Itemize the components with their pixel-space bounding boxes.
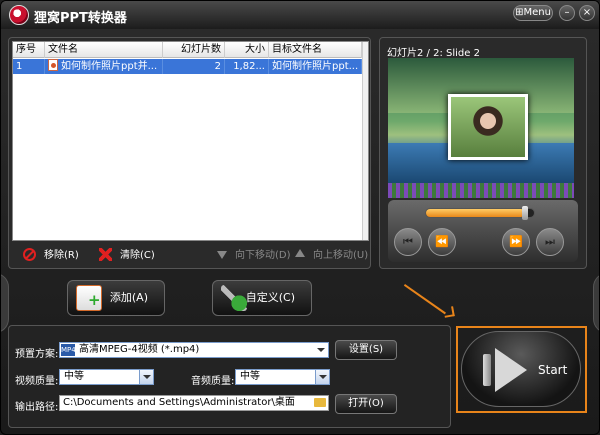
player-controls: ⏮ ⏪ ⏩ ⏭ (388, 200, 578, 262)
title-bar: 狸窝PPT转换器 ⊞Menu – × (1, 1, 599, 29)
column-header-index[interactable]: 序号 (13, 42, 45, 58)
remove-button[interactable]: 移除(R) (23, 248, 79, 264)
clear-x-icon (99, 248, 112, 261)
tools-icon (221, 285, 247, 311)
progress-fill (426, 209, 526, 217)
move-up-label: 向上移动(U) (313, 250, 369, 261)
slide-flowers (388, 183, 574, 198)
file-list-header: 序号 文件名 幻灯片数 大小 目标文件名 (13, 42, 368, 58)
audio-quality-select[interactable]: 中等 (235, 369, 330, 385)
previous-slide-button[interactable]: ⏪ (428, 228, 456, 256)
next-slide-button[interactable]: ⏩ (502, 228, 530, 256)
video-quality-value: 中等 (64, 371, 84, 382)
row-slides: 2 (163, 59, 225, 74)
clear-label: 清除(C) (120, 250, 155, 261)
chevron-down-icon (139, 370, 153, 384)
arrow-up-icon (295, 249, 305, 257)
left-edge-decoration (1, 273, 9, 333)
audio-quality-value: 中等 (240, 371, 260, 382)
clear-button[interactable]: 清除(C) (99, 248, 155, 264)
output-settings-panel: 预置方案: MP4 高清MPEG-4视频 (*.mp4) 设置(S) 视频质量: … (8, 325, 451, 428)
progress-handle[interactable] (522, 206, 529, 220)
move-down-button[interactable]: 向下移动(D) (217, 248, 291, 264)
column-header-size[interactable]: 大小 (225, 42, 269, 58)
annotation-arrow-head (443, 306, 455, 318)
settings-button[interactable]: 设置(S) (335, 340, 397, 360)
app-logo-icon (9, 5, 29, 25)
preset-label: 预置方案: (15, 349, 59, 360)
file-list-panel: 序号 文件名 幻灯片数 大小 目标文件名 1 如何制作照片ppt并... 2 1… (8, 37, 371, 269)
customize-button[interactable]: 自定义(C) (212, 280, 312, 316)
menu-button[interactable]: ⊞Menu (513, 5, 553, 21)
preview-panel: 幻灯片2 / 2: Slide 2 ⏮ ⏪ ⏩ ⏭ (379, 37, 587, 269)
slide-preview-image (388, 58, 574, 198)
close-button[interactable]: × (579, 5, 595, 21)
chevron-down-icon (315, 370, 329, 384)
move-down-label: 向下移动(D) (235, 250, 291, 261)
app-title: 狸窝PPT转换器 (34, 11, 127, 26)
row-filename-cell: 如何制作照片ppt并... (45, 59, 163, 74)
preset-value: 高清MPEG-4视频 (*.mp4) (79, 344, 200, 355)
column-header-filename[interactable]: 文件名 (45, 42, 163, 58)
audio-quality-label: 音频质量: (191, 376, 235, 387)
column-header-slides[interactable]: 幻灯片数 (163, 42, 225, 58)
main-window: 狸窝PPT转换器 ⊞Menu – × 序号 文件名 幻灯片数 大小 目标文件名 … (0, 0, 600, 435)
slide-counter: 幻灯片2 / 2: Slide 2 (387, 48, 480, 59)
minimize-button[interactable]: – (559, 5, 575, 21)
video-quality-label: 视频质量: (15, 376, 59, 387)
start-bar-icon (483, 354, 491, 386)
no-entry-icon (23, 248, 36, 261)
open-folder-button[interactable]: 打开(O) (335, 394, 397, 414)
add-button[interactable]: 添加(A) (67, 280, 165, 316)
play-arrow-icon (495, 348, 527, 392)
video-format-icon: MP4 (61, 344, 76, 356)
row-index: 1 (13, 59, 45, 74)
list-actions-bar: 移除(R) 清除(C) 向下移动(D) 向上移动(U) (9, 244, 372, 268)
preview-progress-bar[interactable] (425, 206, 535, 220)
output-path-field[interactable]: C:\Documents and Settings\Administrator\… (59, 395, 329, 411)
remove-label: 移除(R) (44, 250, 79, 261)
chevron-down-icon (314, 343, 328, 357)
move-up-button[interactable]: 向上移动(U) (295, 248, 368, 264)
ppt-file-icon (48, 59, 58, 71)
video-quality-select[interactable]: 中等 (59, 369, 154, 385)
last-slide-button[interactable]: ⏭ (536, 228, 564, 256)
start-button[interactable]: Start (461, 331, 581, 407)
arrow-down-icon (217, 251, 227, 259)
start-label: Start (538, 363, 568, 377)
slide-photo-frame (448, 94, 528, 160)
annotation-arrow-line (403, 284, 446, 315)
table-row[interactable]: 1 如何制作照片ppt并... 2 1,82... 如何制作照片ppt... (13, 59, 362, 74)
list-scrollbar[interactable] (362, 42, 368, 240)
row-filename: 如何制作照片ppt并... (61, 61, 158, 72)
preset-select[interactable]: MP4 高清MPEG-4视频 (*.mp4) (59, 342, 329, 358)
row-target: 如何制作照片ppt... (269, 59, 362, 74)
file-list[interactable]: 序号 文件名 幻灯片数 大小 目标文件名 1 如何制作照片ppt并... 2 1… (12, 41, 369, 241)
column-header-target[interactable]: 目标文件名 (269, 42, 362, 58)
add-file-icon (76, 285, 102, 311)
first-slide-button[interactable]: ⏮ (394, 228, 422, 256)
folder-icon[interactable] (314, 398, 326, 407)
right-edge-decoration (593, 273, 599, 333)
output-path-label: 输出路径: (15, 402, 59, 413)
menu-label: Menu (523, 7, 551, 18)
row-size: 1,82... (225, 59, 269, 74)
add-label: 添加(A) (109, 291, 148, 304)
customize-label: 自定义(C) (245, 291, 295, 304)
